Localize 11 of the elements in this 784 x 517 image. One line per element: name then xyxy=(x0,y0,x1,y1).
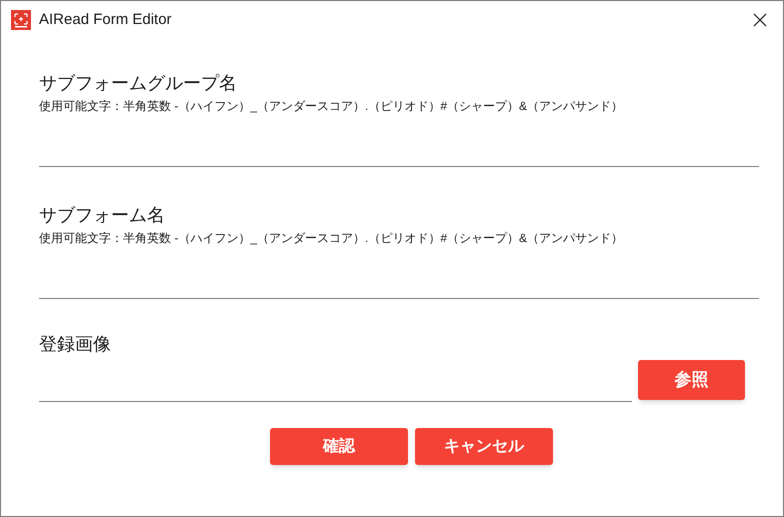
window-title: AIRead Form Editor xyxy=(39,10,172,30)
browse-button[interactable]: 参照 xyxy=(638,360,745,400)
field-label: サブフォームグループ名 xyxy=(39,72,238,95)
field-label: 登録画像 xyxy=(39,333,112,356)
close-icon[interactable] xyxy=(753,13,767,27)
dialog-button[interactable]: 確認 xyxy=(270,428,408,465)
app-logo-icon xyxy=(11,10,31,30)
dialog-button[interactable]: キャンセル xyxy=(415,428,553,465)
field-label: サブフォーム名 xyxy=(39,204,166,227)
field-hint: 使用可能文字：半角英数 -（ハイフン）_（アンダースコア）.（ピリオド）#（シャープ）&（アンパサンド） xyxy=(39,98,624,115)
field-hint: 使用可能文字：半角英数 -（ハイフン）_（アンダースコア）.（ピリオド）#（シャープ）&（アンパサンド） xyxy=(39,230,624,247)
